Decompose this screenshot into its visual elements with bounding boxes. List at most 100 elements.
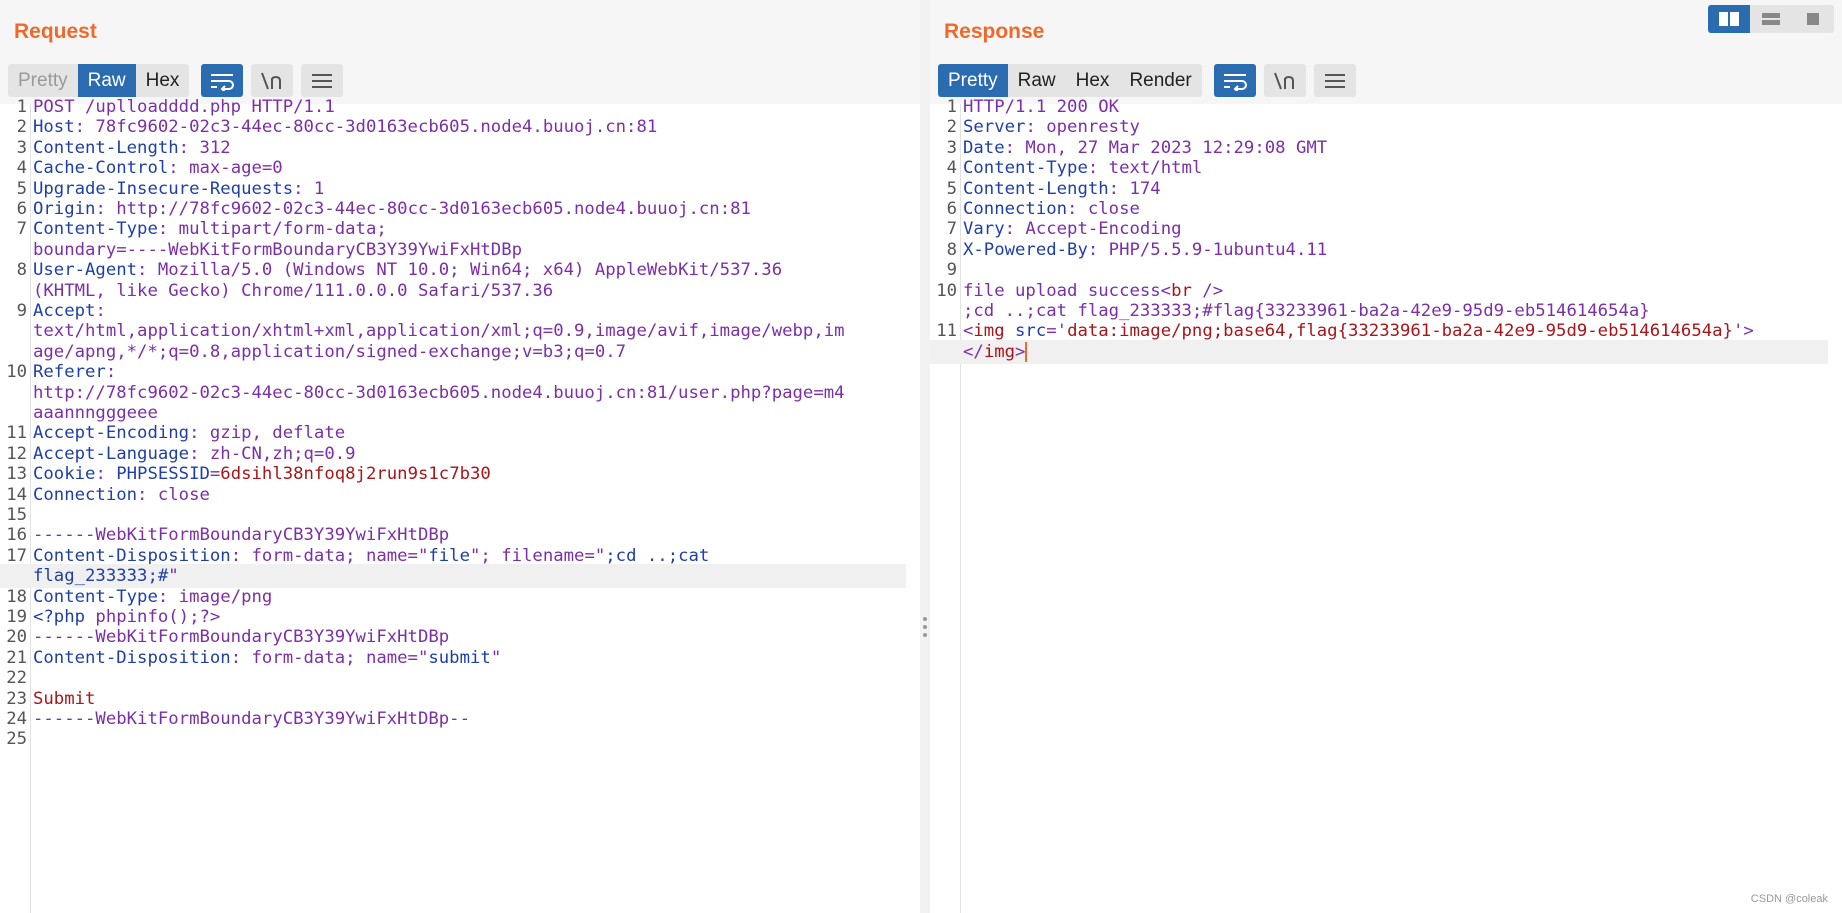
layout-switch [1708,5,1834,33]
text-caret [1025,341,1028,362]
request-editor[interactable]: 1 POST /uplloadddd.php HTTP/1.1 2 Host: 78f… [0,97,920,913]
request-view-tabs: Pretty Raw Hex [8,64,190,97]
layout-single-button[interactable] [1792,5,1834,33]
code-token: : multipart/form-data; [157,219,387,240]
response-wrap-lines-button[interactable] [1213,64,1256,97]
menu-icon [1324,73,1345,88]
newline-icon [1273,72,1294,89]
code-token: file [428,545,470,566]
response-tab-render[interactable]: Render [1119,64,1201,97]
request-tab-hex[interactable]: Hex [136,64,190,97]
code-token: < [963,321,974,342]
code-token: Content-Disposition [33,545,231,566]
code-token: Content-Disposition [33,647,231,668]
code-token: ------WebKitFormBoundaryCB3Y39YwiFxHtDBp… [33,709,470,729]
code-token: = [209,464,221,485]
code-token: age/apng,*/*;q=0.8,application/signed-ex… [33,341,627,362]
code-token: : form-data; name=" [230,545,429,566]
response-menu-button[interactable] [1313,64,1356,97]
code-token: Content-Length [33,137,179,158]
code-token: 6dsihl38nfoq8j2run9s1c7b30 [220,464,491,485]
pane-divider[interactable] [920,0,930,913]
wrap-lines-icon [211,73,235,91]
code-token: ------WebKitFormBoundaryCB3Y39YwiFxHtDBp [33,627,450,648]
code-token: : Accept-Encoding [1004,219,1182,240]
request-wrap-lines-button[interactable] [201,64,244,97]
code-token: POST /uplloadddd.php HTTP/1.1 [33,97,335,117]
code-token: Date [963,137,1005,158]
response-line-text: </img> [963,340,1028,364]
code-token: : [95,301,106,321]
response-tab-hex[interactable]: Hex [1066,64,1120,97]
code-token: : 312 [178,137,231,158]
request-tab-pretty[interactable]: Pretty [8,64,78,97]
response-title: Response [944,20,1045,43]
code-token: : Mozilla/5.0 (Windows NT 10.0; Win64; x… [137,260,783,281]
code-token: : gzip, deflate [189,423,346,444]
code-token: br [1171,280,1192,301]
response-tab-raw[interactable]: Raw [1008,64,1066,97]
code-token: HTTP/1.1 200 OK [963,97,1120,117]
request-toolbar: Pretty Raw Hex [8,64,344,97]
code-token: : [105,362,117,383]
code-token: Content-Type [33,586,158,607]
code-token: " [168,566,179,587]
code-token: : http://78fc9602-02c3-44ec-80cc-3d0163e… [95,199,751,219]
code-token: Content-Length [963,178,1109,199]
square-icon [1807,13,1819,25]
code-token: : close [1067,199,1140,219]
layout-stacked-button[interactable] [1750,5,1792,33]
code-token: file upload success< [963,280,1172,301]
code-token: Server [963,117,1026,138]
response-newline-toggle-button[interactable] [1263,64,1306,97]
code-token: Origin [33,199,96,219]
code-token: Connection [963,199,1068,219]
code-token: : image/png [157,586,273,607]
code-token: ------WebKitFormBoundaryCB3Y39YwiFxHtDBp [33,525,450,546]
request-line-number: 25 [6,729,27,750]
response-toolbar: Pretty Raw Hex Render [938,64,1356,97]
drag-handle-icon[interactable] [923,617,927,641]
response-view-tabs: Pretty Raw Hex Render [938,64,1202,97]
request-code-line[interactable]: 25 [0,727,906,751]
code-token: ;cd ..;cat [605,545,710,566]
code-token: "; filename=" [470,545,606,566]
code-token: Cookie [33,464,96,485]
response-pane: Response Pretty Raw Hex Render 1 HTTP/1.… [930,0,1842,913]
code-token: Upgrade-Insecure-Requests [33,178,294,199]
code-token: : form-data; name=" [230,647,429,668]
response-tab-pretty[interactable]: Pretty [938,64,1008,97]
code-token: '> [1732,321,1754,342]
code-token: PHPSESSID [116,464,210,485]
code-token: : openresty [1025,117,1140,138]
code-token: : PHP/5.5.9-1ubuntu4.11 [1087,239,1328,260]
watermark: CSDN @coleak [1750,893,1828,905]
rows-icon [1762,13,1780,25]
code-token: Submit [33,688,96,709]
code-token: Content-Type [963,158,1088,179]
layout-side-by-side-button[interactable] [1708,5,1750,33]
code-token: Host [33,117,75,138]
code-token: (KHTML, like Gecko) Chrome/111.0.0.0 Saf… [33,280,554,301]
wrap-lines-icon [1223,73,1247,91]
code-token: phpinfo();?> [85,607,221,627]
request-newline-toggle-button[interactable] [251,64,294,97]
code-token: : zh-CN,zh;q=0.9 [189,443,356,464]
code-token: aaannngggeee [33,403,158,423]
response-editor[interactable]: 1 HTTP/1.1 200 OK 2 Server: openresty 3 Date:… [930,97,1842,913]
code-token: : close [137,484,210,505]
code-token: " [490,647,502,668]
newline-icon [261,72,282,89]
code-token: data:image/png;base64,flag{33233961-ba2a… [1067,321,1733,342]
code-token: Accept [33,301,96,321]
code-token: submit [428,647,491,668]
request-tab-raw[interactable]: Raw [77,64,136,97]
code-token: Cache-Control [33,158,169,179]
request-menu-button[interactable] [301,64,344,97]
code-token: Vary [963,219,1005,240]
code-token: /> [1191,280,1224,301]
response-header: Response Pretty Raw Hex Render [930,0,1842,104]
code-token: flag_233333;# [33,566,169,587]
response-code-line[interactable]: </img> [930,339,1828,364]
